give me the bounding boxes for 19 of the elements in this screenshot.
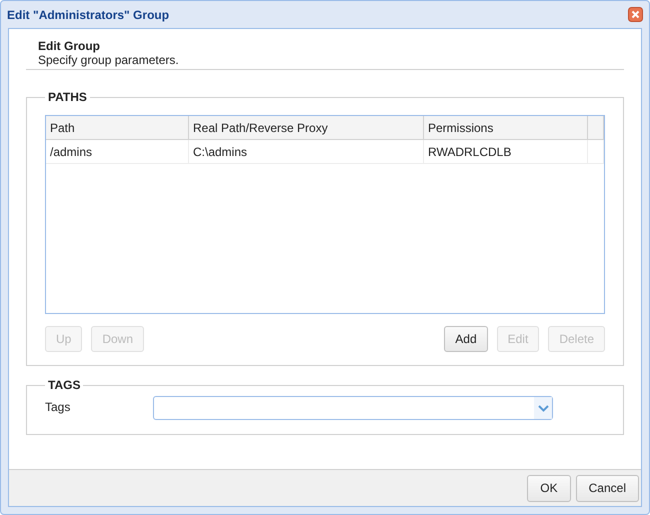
fieldset-legend: TAGS bbox=[45, 378, 84, 392]
field-label: Tags bbox=[45, 399, 72, 414]
section-subtitle: Specify group parameters. bbox=[38, 53, 180, 67]
column-header[interactable]: Real Path/Reverse Proxy bbox=[188, 116, 424, 140]
grid-row[interactable]: /admins C:\admins RWADRLCDLB bbox=[46, 140, 604, 164]
chevron-down-icon[interactable] bbox=[538, 404, 548, 412]
action-button[interactable]: Add bbox=[444, 326, 488, 352]
action-button[interactable]: OK bbox=[527, 474, 571, 502]
table-cell: RWADRLCDLB bbox=[424, 140, 588, 164]
table-cell: /admins bbox=[46, 140, 188, 164]
column-header[interactable]: Path bbox=[46, 116, 188, 140]
window-title: Edit "Administrators" Group bbox=[7, 8, 170, 22]
column-header[interactable]: Permissions bbox=[424, 116, 588, 140]
section-title: Edit Group bbox=[38, 39, 101, 53]
close-icon[interactable] bbox=[628, 7, 643, 22]
table-cell: C:\admins bbox=[188, 140, 424, 164]
fieldset-legend: PATHS bbox=[45, 90, 90, 104]
action-button[interactable]: Cancel bbox=[576, 474, 639, 502]
tags-combo-field[interactable] bbox=[153, 396, 553, 420]
